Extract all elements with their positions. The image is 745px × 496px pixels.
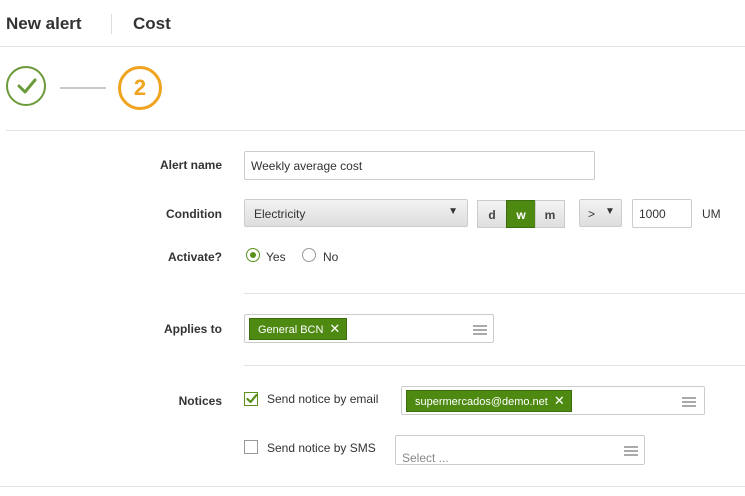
page-title: New alert	[6, 14, 82, 33]
sms-recipients-select[interactable]: Select ...	[395, 435, 645, 465]
threshold-input[interactable]	[632, 199, 692, 228]
alert-name-label: Alert name	[159, 158, 222, 172]
check-icon	[17, 78, 37, 94]
remove-tag-icon[interactable]: ✕	[554, 393, 565, 408]
section-divider	[244, 293, 745, 294]
step-2-current[interactable]: 2	[118, 66, 162, 110]
header-divider	[0, 46, 745, 47]
unit-label: UM	[702, 207, 721, 221]
period-d-button[interactable]: d	[477, 200, 507, 228]
applies-tag: General BCN ✕	[249, 318, 348, 340]
caret-down-icon: ▼	[448, 206, 458, 217]
period-w-button[interactable]: w	[506, 200, 536, 228]
page-subtitle: Cost	[133, 14, 171, 33]
email-label: Send notice by email	[267, 392, 379, 406]
email-recipients-field[interactable]: supermercados@demo.net ✕	[401, 386, 705, 415]
notices-label: Notices	[178, 394, 222, 408]
activate-yes-label: Yes	[266, 250, 286, 264]
operator-value: >	[588, 207, 596, 221]
applies-tag-label: General BCN	[258, 324, 324, 336]
condition-value: Electricity	[254, 207, 306, 221]
condition-select[interactable]: Electricity ▼	[244, 199, 468, 227]
footer-divider	[0, 486, 745, 487]
step-connector	[60, 87, 106, 89]
title-divider	[111, 14, 112, 34]
caret-down-icon: ▼	[605, 206, 615, 217]
sms-placeholder: Select ...	[402, 451, 449, 465]
sms-label: Send notice by SMS	[267, 441, 376, 455]
sms-checkbox[interactable]	[244, 440, 258, 454]
period-toggle: d w m	[477, 200, 565, 228]
list-menu-icon[interactable]	[624, 446, 638, 456]
activate-yes-radio[interactable]	[246, 248, 260, 262]
email-tag-label: supermercados@demo.net	[415, 396, 548, 408]
list-menu-icon[interactable]	[473, 325, 487, 335]
condition-label: Condition	[166, 207, 222, 221]
period-m-button[interactable]: m	[535, 200, 565, 228]
applies-to-field[interactable]: General BCN ✕	[244, 314, 494, 343]
operator-select[interactable]: > ▼	[579, 199, 622, 227]
applies-to-label: Applies to	[163, 322, 222, 336]
activate-no-radio[interactable]	[302, 248, 316, 262]
activate-no-label: No	[323, 250, 339, 264]
steps-divider	[6, 130, 745, 131]
email-tag: supermercados@demo.net ✕	[406, 390, 572, 412]
alert-name-input[interactable]	[244, 151, 595, 180]
activate-label: Activate?	[167, 250, 222, 264]
list-menu-icon[interactable]	[682, 397, 696, 407]
remove-tag-icon[interactable]: ✕	[329, 321, 340, 336]
section-divider	[244, 365, 745, 366]
step-1-completed[interactable]	[6, 66, 46, 106]
email-checkbox[interactable]	[244, 392, 258, 406]
checkmark-icon	[246, 393, 258, 404]
